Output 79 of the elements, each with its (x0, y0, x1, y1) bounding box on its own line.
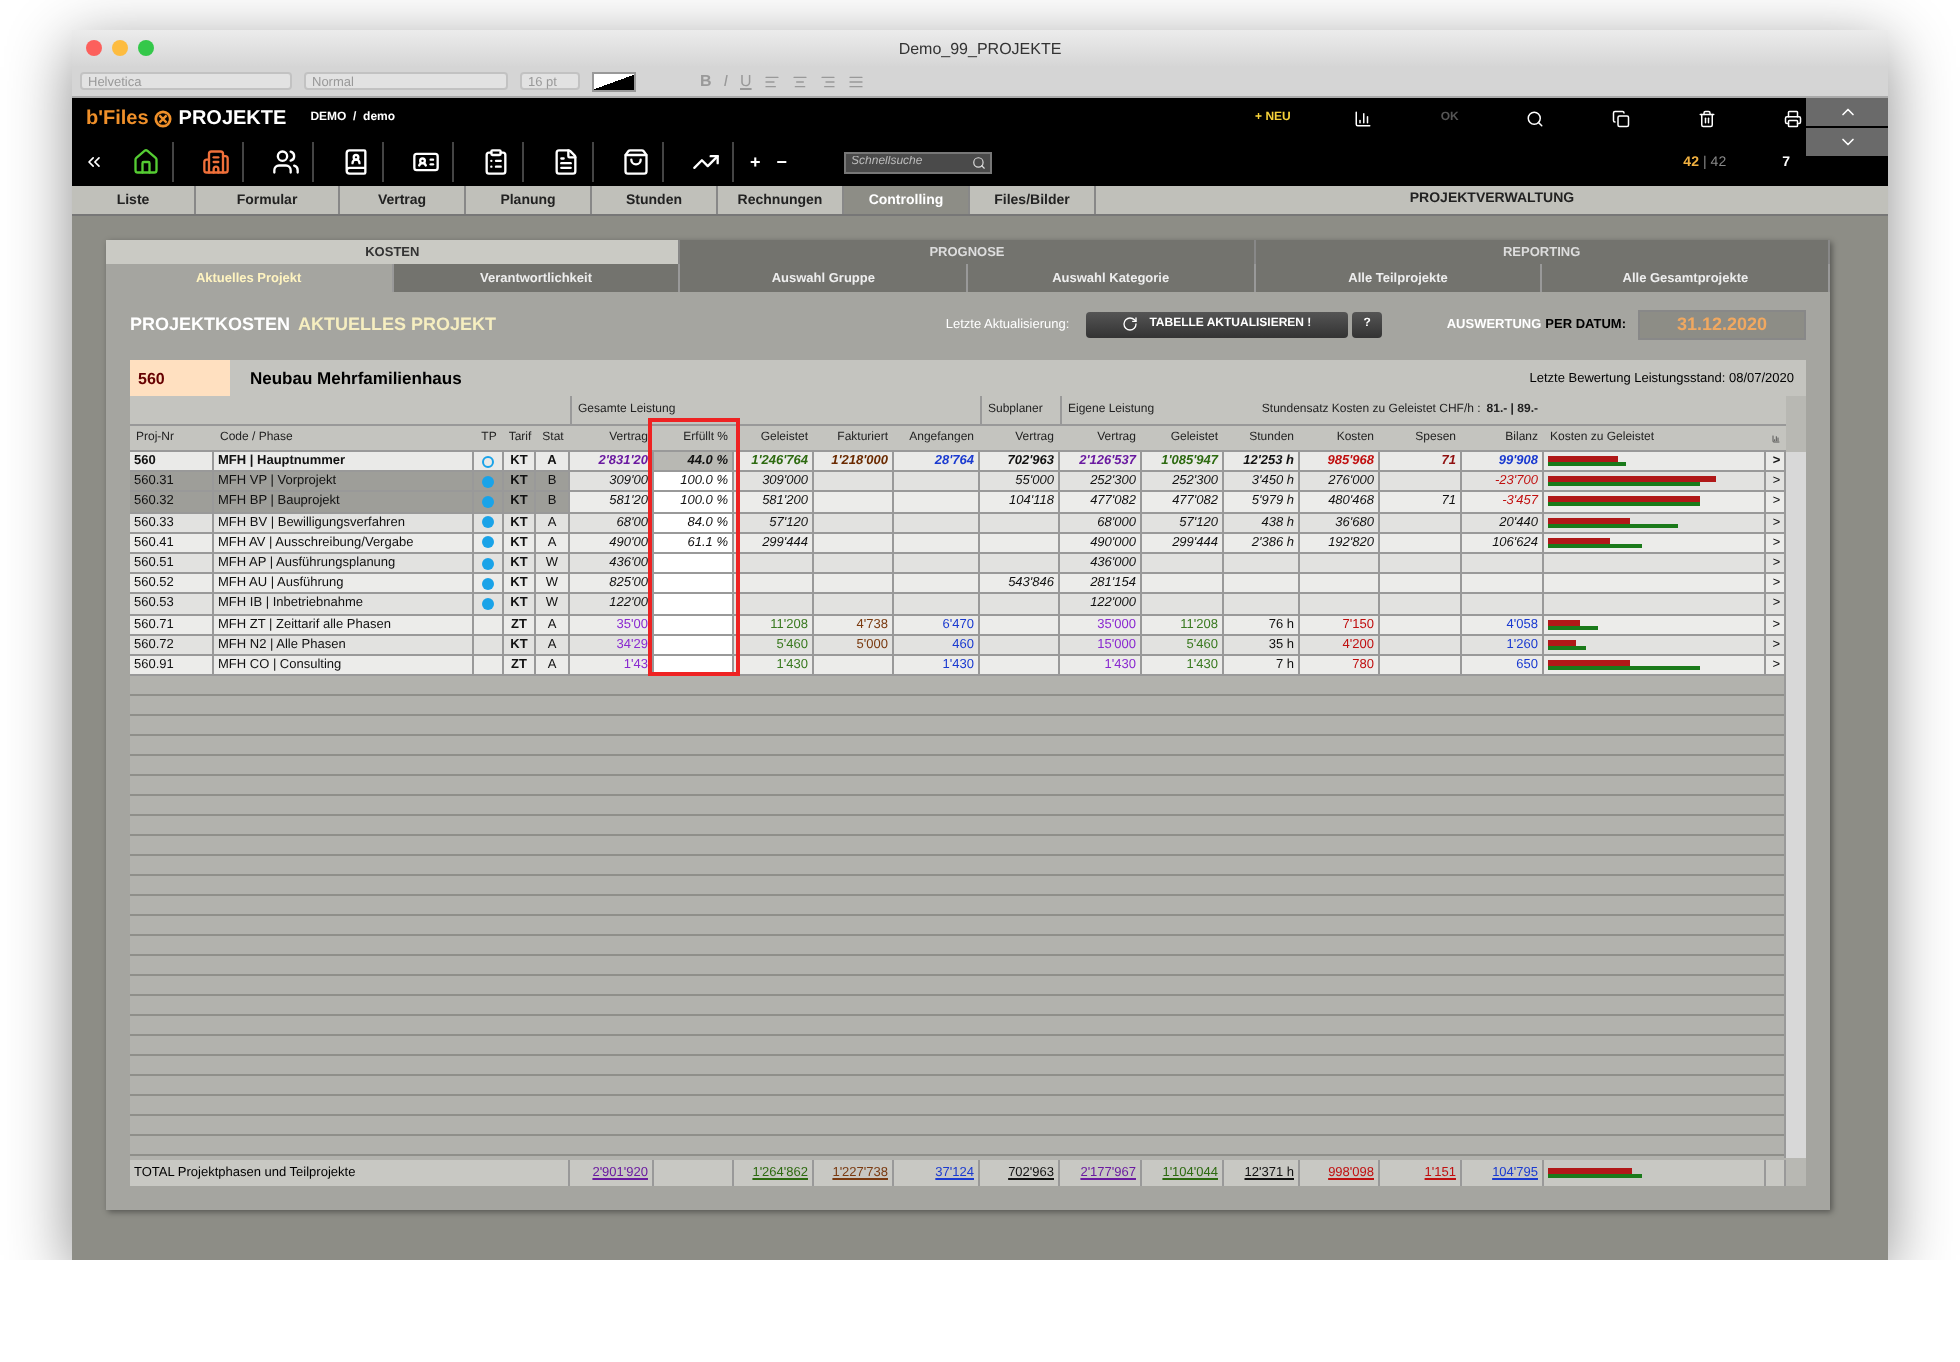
project-number: 560 (130, 360, 230, 396)
printer-icon[interactable] (1784, 109, 1803, 127)
table-cell (814, 655, 894, 677)
table-cell (1380, 615, 1462, 636)
table-cell (980, 513, 1060, 534)
table-cell (1462, 553, 1544, 575)
table-cell (894, 492, 980, 514)
table-cell (980, 615, 1060, 636)
page-title: PROJEKTKOSTEN (130, 314, 291, 334)
table-cell (894, 533, 980, 554)
table-cell (980, 533, 1060, 554)
table-cell (894, 472, 980, 493)
logo-icon (154, 109, 173, 127)
table-cell (1300, 574, 1380, 595)
table-cell (1142, 574, 1224, 595)
page-subtitle: AKTUELLES PROJEKT (298, 314, 497, 334)
search-icon (971, 155, 986, 169)
project-name: Neubau Mehrfamilienhaus (250, 368, 462, 388)
table-cell (894, 513, 980, 534)
table-cell (814, 553, 894, 575)
table-cell (654, 553, 734, 575)
table-cell (734, 594, 814, 615)
add-button[interactable]: + (750, 152, 761, 172)
table-cell (814, 472, 894, 493)
chart-icon (1772, 431, 1780, 445)
table-cell (814, 513, 894, 534)
color-swatch[interactable] (592, 71, 636, 91)
table-cell (894, 553, 980, 575)
table-cell (1300, 553, 1380, 575)
table-cell (1300, 594, 1380, 615)
table-cell (980, 553, 1060, 575)
table-cell (1380, 635, 1462, 656)
table-cell (1380, 594, 1462, 615)
brand-name: b'Files (86, 107, 149, 129)
search-icon[interactable] (1526, 109, 1545, 127)
table-cell (814, 574, 894, 595)
table-cell (980, 655, 1060, 677)
table-cell (654, 615, 734, 636)
building-icon[interactable] (202, 148, 230, 176)
table-cell (1462, 594, 1544, 615)
address-book-icon[interactable] (342, 148, 370, 176)
document-icon[interactable] (552, 148, 580, 176)
scrollbar[interactable] (1784, 452, 1806, 1158)
table-cell (654, 635, 734, 656)
bar-chart-icon[interactable] (1354, 109, 1373, 127)
table-cell (1380, 553, 1462, 575)
clipboard-icon[interactable] (482, 148, 510, 176)
table-cell (980, 594, 1060, 615)
table-cell (814, 533, 894, 554)
table-cell (814, 492, 894, 514)
table-cell (734, 574, 814, 595)
table-cell (894, 594, 980, 615)
table-cell (1142, 553, 1224, 575)
trash-icon[interactable] (1698, 109, 1717, 127)
table-cell (1224, 553, 1300, 575)
window-title: Demo_99_PROJEKTE (896, 39, 1064, 57)
table-cell (814, 594, 894, 615)
table-cell (1380, 513, 1462, 534)
table-cell (1462, 574, 1544, 595)
bag-icon[interactable] (622, 148, 650, 176)
back-icon[interactable] (84, 152, 104, 172)
table-cell (654, 574, 734, 595)
home-icon[interactable] (132, 148, 160, 176)
refresh-icon (1121, 316, 1138, 332)
table-cell (980, 635, 1060, 656)
table-cell (1380, 533, 1462, 554)
card-icon[interactable] (412, 148, 440, 176)
table-cell (1380, 472, 1462, 493)
table-cell (1224, 594, 1300, 615)
table-cell (1142, 594, 1224, 615)
table-cell (1224, 574, 1300, 595)
table-cell (894, 574, 980, 595)
copy-icon[interactable] (1612, 109, 1631, 127)
table-cell (654, 594, 734, 615)
table-cell (1380, 574, 1462, 595)
product-name: PROJEKTE (178, 107, 287, 129)
remove-button[interactable]: − (776, 152, 788, 172)
users-icon[interactable] (272, 148, 300, 176)
table-cell (1380, 655, 1462, 677)
